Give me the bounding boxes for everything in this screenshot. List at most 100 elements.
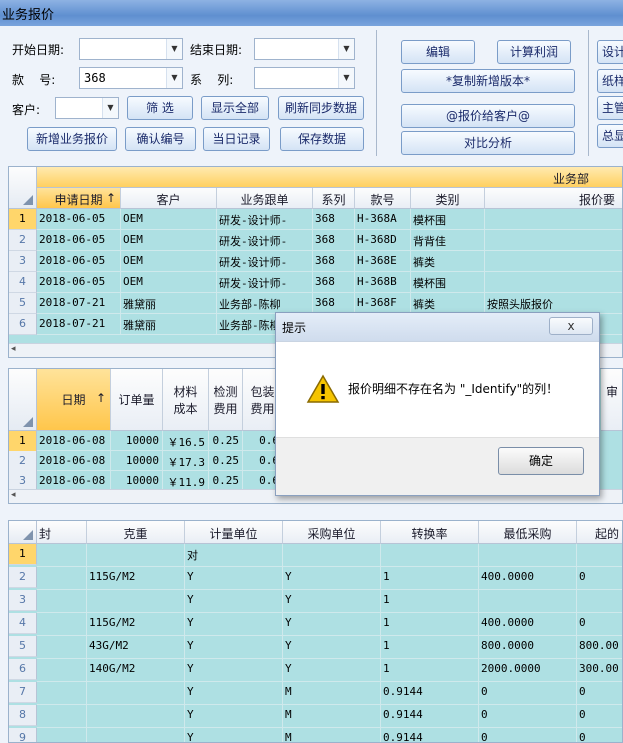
col-header-purchase-unit[interactable]: 采购单位 bbox=[283, 521, 381, 544]
row-number[interactable]: 7 bbox=[9, 682, 37, 703]
chevron-down-icon[interactable]: ▼ bbox=[166, 39, 182, 59]
table-cell[interactable]: Y bbox=[283, 567, 381, 590]
row-number[interactable]: 6 bbox=[9, 314, 37, 335]
table-cell[interactable]: 2018-06-08 bbox=[37, 471, 111, 491]
table-cell[interactable]: Y bbox=[185, 682, 283, 705]
table-cell[interactable]: 2018-06-08 bbox=[37, 451, 111, 471]
table-cell[interactable] bbox=[577, 590, 622, 613]
table-cell[interactable]: OEM bbox=[121, 251, 217, 272]
table-cell[interactable] bbox=[87, 682, 185, 705]
table-cell[interactable]: 10000 bbox=[111, 451, 163, 471]
table-cell[interactable]: Y bbox=[185, 567, 283, 590]
col-header-date[interactable]: 日期 ↑ bbox=[37, 369, 111, 431]
row-number[interactable]: 9 bbox=[9, 728, 37, 742]
col-header-min-purchase[interactable]: 最低采购 bbox=[479, 521, 577, 544]
table-cell[interactable]: OEM bbox=[121, 230, 217, 251]
table-cell[interactable]: 裤类 bbox=[411, 251, 485, 272]
table-cell[interactable]: 2018-06-05 bbox=[37, 209, 121, 230]
table-cell[interactable]: 业务部-陈柳 bbox=[217, 293, 313, 314]
table-cell[interactable] bbox=[87, 728, 185, 742]
end-date-picker[interactable]: ▼ bbox=[254, 38, 355, 60]
table-cell[interactable]: 0.9144 bbox=[381, 728, 479, 742]
table-cell[interactable]: Y bbox=[185, 659, 283, 682]
table-cell[interactable]: Y bbox=[185, 613, 283, 636]
table-cell[interactable] bbox=[381, 544, 479, 567]
table-cell[interactable]: 背背佳 bbox=[411, 230, 485, 251]
table-cell[interactable]: 368 bbox=[313, 293, 355, 314]
table-cell[interactable] bbox=[87, 705, 185, 728]
row-number[interactable]: 6 bbox=[9, 659, 37, 680]
style-no-combo[interactable]: 368 ▼ bbox=[79, 67, 183, 89]
table-cell[interactable]: 模杯围 bbox=[411, 272, 485, 293]
ok-button[interactable]: 确定 bbox=[498, 447, 584, 475]
table-cell[interactable]: 0 bbox=[577, 728, 622, 742]
table-cell[interactable]: 雅黛丽 bbox=[121, 314, 217, 335]
table-cell[interactable]: 1 bbox=[381, 659, 479, 682]
table-cell[interactable]: 300.00 bbox=[577, 659, 622, 682]
table-cell[interactable] bbox=[485, 251, 622, 272]
row-number[interactable]: 5 bbox=[9, 293, 37, 314]
table-cell[interactable]: OEM bbox=[121, 272, 217, 293]
table-cell[interactable] bbox=[479, 590, 577, 613]
chevron-down-icon[interactable]: ▼ bbox=[166, 68, 182, 88]
table-cell[interactable] bbox=[283, 544, 381, 567]
compare-analysis-button[interactable]: 对比分析 bbox=[401, 131, 575, 155]
col-header-seal[interactable]: 封 bbox=[37, 521, 87, 544]
table-cell[interactable]: 2018-06-05 bbox=[37, 272, 121, 293]
table-cell[interactable]: Y bbox=[185, 728, 283, 742]
table-cell[interactable] bbox=[485, 272, 622, 293]
row-number[interactable]: 5 bbox=[9, 636, 37, 657]
table-cell[interactable]: 140G/M2 bbox=[87, 659, 185, 682]
table-cell[interactable] bbox=[577, 544, 622, 567]
table-cell[interactable]: 1 bbox=[381, 567, 479, 590]
col-header-material-cost[interactable]: 材料成本 bbox=[163, 369, 209, 431]
table-cell[interactable]: 2018-07-21 bbox=[37, 314, 121, 335]
row-number[interactable]: 2 bbox=[9, 230, 37, 251]
table-cell[interactable]: 雅黛丽 bbox=[121, 293, 217, 314]
table-cell[interactable]: ￥16.5 bbox=[163, 431, 209, 451]
table-cell[interactable]: H-368A bbox=[355, 209, 411, 230]
table-cell[interactable]: 400.0000 bbox=[479, 567, 577, 590]
series-combo[interactable]: ▼ bbox=[254, 67, 355, 89]
row-number[interactable]: 1 bbox=[9, 431, 37, 452]
table-cell[interactable]: 10000 bbox=[111, 471, 163, 491]
customer-combo[interactable]: ▼ bbox=[55, 97, 119, 119]
row-number[interactable]: 2 bbox=[9, 451, 37, 472]
confirm-number-button[interactable]: 确认编号 bbox=[125, 127, 196, 151]
table-cell[interactable]: 43G/M2 bbox=[87, 636, 185, 659]
table-cell[interactable]: 10000 bbox=[111, 431, 163, 451]
row-number[interactable]: 4 bbox=[9, 272, 37, 293]
today-records-button[interactable]: 当日记录 bbox=[203, 127, 270, 151]
refresh-sync-button[interactable]: 刷新同步数据 bbox=[278, 96, 364, 120]
table-cell[interactable]: 对 bbox=[185, 544, 283, 567]
col-header-weight[interactable]: 克重 bbox=[87, 521, 185, 544]
table-cell[interactable]: 0.9144 bbox=[381, 682, 479, 705]
table-cell[interactable]: 0 bbox=[479, 728, 577, 742]
table-cell[interactable] bbox=[37, 590, 87, 613]
col-header-quote-req[interactable]: 报价要 bbox=[485, 188, 622, 209]
table-cell[interactable]: 800.0000 bbox=[479, 636, 577, 659]
table-cell[interactable] bbox=[87, 590, 185, 613]
col-header-start[interactable]: 起的 bbox=[577, 521, 622, 544]
table-cell[interactable]: Y bbox=[283, 636, 381, 659]
table-cell[interactable]: 368 bbox=[313, 230, 355, 251]
table-cell[interactable]: 1 bbox=[381, 590, 479, 613]
col-header-customer[interactable]: 客户 bbox=[121, 188, 217, 209]
general-manager-button[interactable]: 总显 bbox=[597, 124, 623, 148]
col-header-merchandiser[interactable]: 业务跟单 bbox=[217, 188, 313, 209]
supervisor-button[interactable]: 主管 bbox=[597, 96, 623, 120]
close-icon[interactable]: x bbox=[549, 317, 593, 335]
table-cell[interactable]: 0.25 bbox=[209, 451, 243, 471]
table-cell[interactable]: 2018-06-05 bbox=[37, 230, 121, 251]
table-cell[interactable]: ￥11.9 bbox=[163, 471, 209, 491]
pattern-button[interactable]: 纸样 bbox=[597, 69, 623, 93]
table-cell[interactable]: Y bbox=[283, 613, 381, 636]
table-cell[interactable]: Y bbox=[185, 590, 283, 613]
table-cell[interactable]: 1 bbox=[381, 636, 479, 659]
table-cell[interactable] bbox=[37, 636, 87, 659]
grid-select-all[interactable] bbox=[9, 521, 37, 544]
row-number[interactable]: 1 bbox=[9, 544, 37, 565]
table-cell[interactable]: 按照头版报价 bbox=[485, 293, 622, 314]
table-cell[interactable]: ￥17.3 bbox=[163, 451, 209, 471]
table-cell[interactable] bbox=[37, 705, 87, 728]
